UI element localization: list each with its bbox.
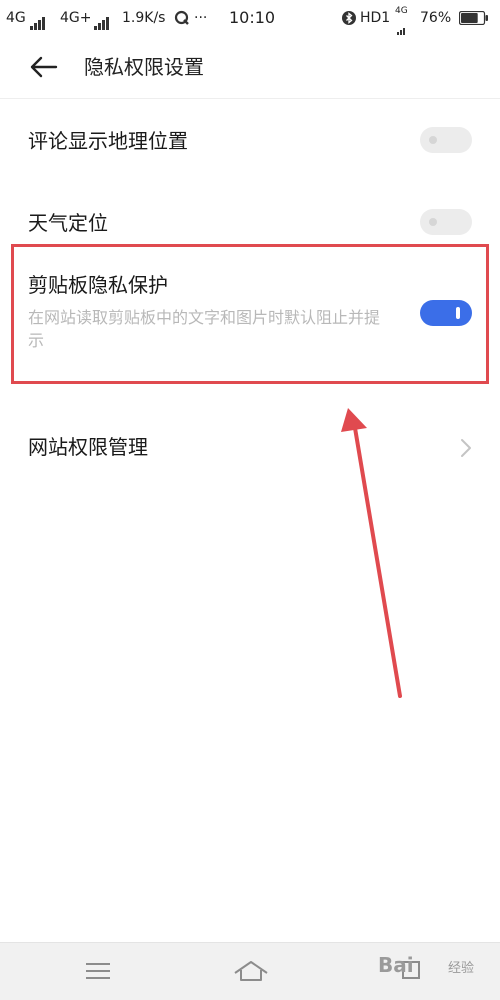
page-title: 隐私权限设置 — [84, 55, 204, 79]
setting-weather-location-label: 天气定位 — [28, 211, 108, 235]
setting-clipboard-protection-description: 在网站读取剪贴板中的文字和图片时默认阻止并提示 — [28, 308, 381, 350]
watermark-brand: Bai — [378, 953, 414, 977]
clock: 10:10 — [229, 8, 276, 27]
network-type-2: 4G+ — [60, 10, 92, 26]
back-arrow-icon — [30, 56, 58, 78]
more-notifications: ··· — [194, 10, 208, 26]
lte-indicator: 4G — [395, 6, 408, 16]
network-type-1: 4G — [6, 10, 26, 26]
setting-site-permissions[interactable]: 网站权限管理 — [0, 420, 500, 474]
signal-strength-2-icon — [94, 12, 110, 30]
battery-icon — [458, 10, 489, 30]
home-button[interactable] — [232, 959, 270, 987]
menu-icon — [86, 963, 110, 979]
menu-button[interactable] — [84, 961, 112, 985]
hd-voice-indicator: HD1 — [360, 10, 391, 26]
setting-clipboard-protection-label: 剪贴板隐私保护 — [28, 273, 168, 297]
setting-clipboard-protection[interactable]: 剪贴板隐私保护 在网站读取剪贴板中的文字和图片时默认阻止并提示 — [0, 262, 500, 372]
header-divider — [0, 98, 500, 99]
signal-strength-3-icon — [397, 17, 406, 35]
chevron-right-icon — [461, 439, 471, 457]
setting-weather-location[interactable]: 天气定位 — [0, 196, 500, 250]
back-button[interactable] — [28, 52, 62, 82]
home-icon — [234, 961, 268, 981]
signal-strength-1-icon — [30, 12, 46, 30]
q-app-icon — [174, 10, 190, 31]
system-navigation-bar: Bai 经验 — [0, 942, 500, 1000]
bluetooth-icon — [342, 10, 356, 31]
status-bar: 4G 4G+ 1.9K/s ··· 10:10 HD1 4G 76% — [0, 0, 500, 36]
weather-location-toggle[interactable] — [420, 209, 472, 235]
watermark-sub: 经验 — [448, 961, 475, 976]
setting-comment-location-label: 评论显示地理位置 — [28, 129, 188, 153]
battery-percent: 76% — [420, 10, 452, 26]
comment-location-toggle[interactable] — [420, 127, 472, 153]
network-speed: 1.9K/s — [122, 10, 166, 26]
setting-site-permissions-label: 网站权限管理 — [28, 435, 148, 459]
setting-comment-location[interactable]: 评论显示地理位置 — [0, 114, 500, 168]
clipboard-protection-toggle[interactable] — [420, 300, 472, 326]
app-header: 隐私权限设置 — [0, 36, 500, 98]
